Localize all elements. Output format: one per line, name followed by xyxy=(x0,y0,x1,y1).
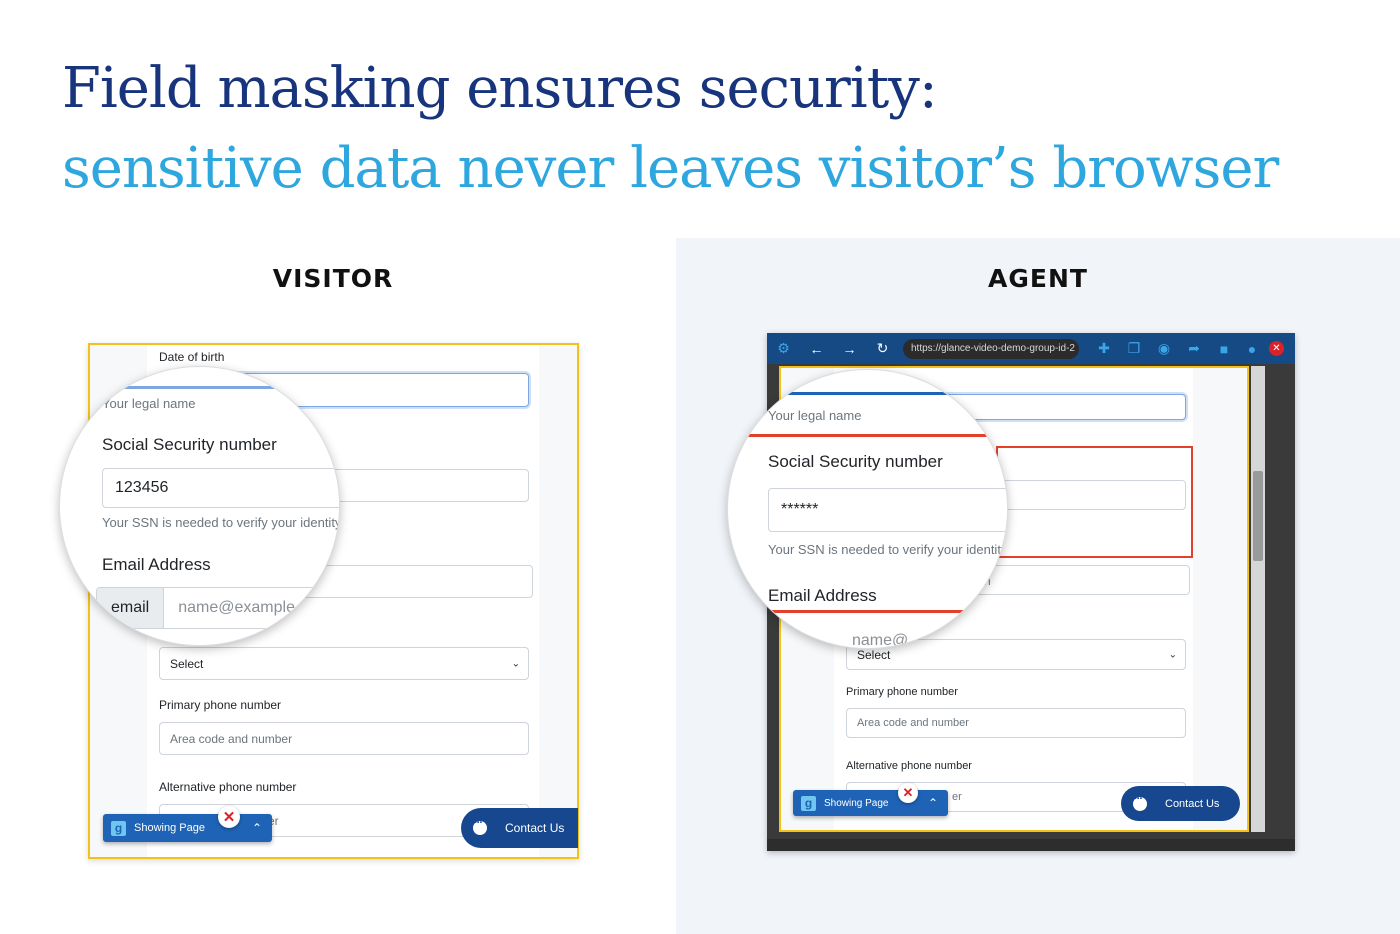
contact-us-button[interactable]: Contact Us xyxy=(461,808,578,848)
dob-value-fragment: /90 xyxy=(82,366,103,378)
mask-top-line xyxy=(748,434,998,437)
agent-legal-name-help: Your legal name xyxy=(768,408,862,423)
agent-toolbar: ⚙ ← → ↻ https://glance-video-demo-group-… xyxy=(767,333,1295,364)
agent-contact-us-button: Contact Us xyxy=(1121,786,1240,821)
primary-phone-input[interactable]: Area code and number xyxy=(159,722,529,755)
chat-icon xyxy=(473,817,487,835)
headline-line-2: sensitive data never leaves visitor’s br… xyxy=(62,136,1279,201)
agent-glance-logo-icon: g xyxy=(801,795,816,811)
glance-logo-icon: g xyxy=(111,820,126,836)
chevron-down-icon: ⌄ xyxy=(511,658,520,669)
agent-primary-phone-input: Area code and number xyxy=(846,708,1186,738)
showing-page-widget[interactable]: g Showing Page ⌃ xyxy=(103,814,272,842)
ssn-help: Your SSN is needed to verify your identi… xyxy=(102,515,340,530)
agent-scrollbar[interactable] xyxy=(1251,366,1265,832)
select-value: Select xyxy=(170,656,204,671)
share-icon[interactable]: ➦ xyxy=(1179,340,1209,357)
agent-magnifier: /90 Your legal name Social Security numb… xyxy=(727,369,1008,649)
headline-line-1: Field masking ensures security: xyxy=(62,56,938,121)
url-bar[interactable]: https://glance-video-demo-group-id-2 xyxy=(903,338,1079,359)
user-icon[interactable]: ● xyxy=(1239,341,1265,357)
agent-chevron-down-icon: ⌄ xyxy=(1168,649,1177,660)
mask-bottom-line xyxy=(748,610,998,613)
close-session-icon[interactable]: ✕ xyxy=(1269,341,1284,356)
agent-ssn-help: Your SSN is needed to verify your identi… xyxy=(768,542,1008,557)
agent-label: AGENT xyxy=(988,264,1088,293)
agent-close-icon: ✕ xyxy=(898,783,918,803)
ssn-input[interactable]: 123456 xyxy=(102,468,339,508)
agent-primary-phone-placeholder: Area code and number xyxy=(857,717,969,729)
agent-ssn-label: Social Security number xyxy=(768,452,943,471)
agent-dob-value-fragment: /90 xyxy=(790,369,813,383)
agent-chat-icon xyxy=(1133,793,1147,811)
agent-ssn-masked-value: ****** xyxy=(781,501,819,518)
visitor-label: VISITOR xyxy=(272,264,394,293)
dob-focus-edge xyxy=(120,386,339,389)
add-user-icon[interactable]: ✚ xyxy=(1089,340,1119,357)
contact-us-label: Contact Us xyxy=(505,821,565,835)
agent-showing-page-widget: g Showing Page ⌃ xyxy=(793,790,948,816)
ssn-value: 123456 xyxy=(115,479,169,496)
mouse-icon[interactable]: ◉ xyxy=(1149,340,1179,357)
masked-field-outline xyxy=(996,446,1193,558)
contact-method-select[interactable]: Select ⌄ xyxy=(159,647,529,680)
copy-icon[interactable]: ❐ xyxy=(1119,340,1149,357)
gear-icon[interactable]: ⚙ xyxy=(767,340,800,357)
agent-primary-phone-label: Primary phone number xyxy=(846,686,958,698)
chevron-up-icon[interactable]: ⌃ xyxy=(252,821,262,835)
agent-alt-phone-label: Alternative phone number xyxy=(846,760,972,772)
forward-arrow-icon[interactable]: → xyxy=(833,341,866,357)
ssn-label: Social Security number xyxy=(102,435,277,454)
close-icon[interactable]: ✕ xyxy=(218,806,240,828)
agent-alt-phone-placeholder-fragment: er xyxy=(952,791,962,803)
agent-scrollbar-thumb[interactable] xyxy=(1253,471,1263,561)
primary-phone-label: Primary phone number xyxy=(159,698,282,712)
agent-contact-us-label: Contact Us xyxy=(1165,797,1220,810)
email-label: Email Address xyxy=(102,555,211,574)
email-placeholder: name@example xyxy=(164,588,339,628)
legal-name-help: Your legal name xyxy=(102,396,196,411)
primary-phone-placeholder: Area code and number xyxy=(170,731,293,746)
agent-email-placeholder: name@ xyxy=(852,632,909,649)
agent-ssn-masked-input: ****** xyxy=(768,488,1007,532)
back-arrow-icon[interactable]: ← xyxy=(800,341,833,357)
agent-email-label: Email Address xyxy=(768,586,877,605)
agent-select-value: Select xyxy=(857,647,891,662)
video-camera-icon[interactable]: ■ xyxy=(1209,341,1239,357)
agent-chevron-up-icon: ⌃ xyxy=(927,796,938,810)
agent-taskbar xyxy=(767,839,1295,851)
reload-icon[interactable]: ↻ xyxy=(866,340,899,357)
dob-label: Date of birth xyxy=(159,350,225,364)
email-addon: email xyxy=(97,588,165,628)
email-input-group[interactable]: email name@example xyxy=(96,587,339,629)
alt-phone-label: Alternative phone number xyxy=(159,780,297,794)
agent-dob-focus-edge xyxy=(788,392,1007,395)
visitor-magnifier: /90 Your legal name Social Security numb… xyxy=(59,366,340,646)
